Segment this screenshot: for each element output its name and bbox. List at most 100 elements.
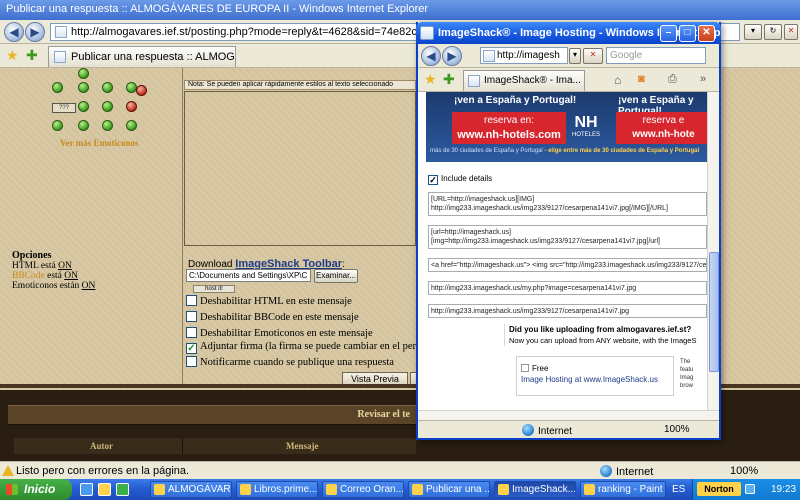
popup-address-dropdown[interactable]: ▾: [569, 48, 581, 64]
checkbox-checked[interactable]: ✓: [186, 343, 197, 354]
popup-stop-button[interactable]: ✕: [583, 48, 603, 64]
maximize-button[interactable]: □: [679, 25, 696, 42]
include-details-checkbox[interactable]: ✓: [428, 175, 438, 185]
popup-favorites-icon[interactable]: ★: [424, 71, 437, 88]
disable-bbcode-option[interactable]: Deshabilitar BBCode en este mensaje: [186, 311, 359, 323]
broken-image-icon: [521, 364, 529, 372]
include-details-option[interactable]: ✓ Include details: [428, 174, 492, 185]
feeds-icon[interactable]: ◙: [638, 73, 645, 85]
message-textarea[interactable]: [184, 91, 416, 246]
smiley-icon[interactable]: [52, 120, 63, 131]
minimize-button[interactable]: –: [660, 25, 677, 42]
smiley-icon[interactable]: [78, 68, 89, 79]
checkbox[interactable]: [186, 295, 197, 306]
checkbox-label: Notificarme cuando se publique una respu…: [200, 357, 394, 368]
html-code-field[interactable]: <a href="http://imageshack.us"> <img src…: [428, 258, 707, 272]
alt-forum-code-field[interactable]: [url=http://imageshack.us] [img=http://i…: [428, 225, 707, 249]
checkbox[interactable]: [186, 311, 197, 322]
nh-hotels-banner[interactable]: ¡ven a España y Portugal! ¡ven a España …: [426, 92, 707, 162]
stop-button[interactable]: ✕: [784, 24, 798, 40]
favorites-star-icon[interactable]: ★: [6, 47, 19, 64]
more-emoticons-link[interactable]: Ver más Emoticonos: [60, 138, 139, 148]
network-tray-icon[interactable]: [745, 484, 755, 494]
show-link-field[interactable]: http://img233.imageshack.us/my.php?image…: [428, 281, 707, 295]
checkbox-label: Deshabilitar BBCode en este mensaje: [200, 312, 359, 323]
task-label: ImageShack...: [512, 484, 576, 495]
clock[interactable]: 19:23: [771, 484, 796, 495]
close-button[interactable]: ✕: [698, 25, 715, 42]
popup-tab-icon: [468, 75, 480, 87]
language-indicator[interactable]: ES: [672, 484, 685, 495]
popup-search-input[interactable]: Google: [606, 47, 706, 64]
popup-titlebar[interactable]: ImageShack® - Image Hosting - Windows In…: [416, 22, 721, 44]
ie-quicklaunch-icon[interactable]: [80, 483, 93, 496]
promo-line2: www.nh-hotels.com: [457, 129, 561, 141]
message-column-header: Mensaje: [286, 441, 319, 451]
bbcode-link[interactable]: BBCode: [12, 271, 45, 281]
review-topic-bar[interactable]: Revisar el te: [8, 405, 416, 425]
task-paint[interactable]: ranking - Paint: [580, 481, 666, 498]
popup-back-button[interactable]: ◀: [421, 46, 441, 66]
start-button[interactable]: Inicio: [0, 479, 72, 500]
smiley-icon[interactable]: [102, 82, 113, 93]
forum-code-field[interactable]: [URL=http://imageshack.us][IMG] http://i…: [428, 192, 707, 216]
smiley-icon[interactable]: [78, 120, 89, 131]
status-text: Listo pero con errores en la página.: [16, 465, 190, 477]
popup-vertical-scrollbar[interactable]: [707, 92, 719, 410]
popup-tab-imageshack[interactable]: ImageShack® - Ima...: [463, 70, 585, 91]
smiley-icon[interactable]: [126, 120, 137, 131]
task-publicar[interactable]: Publicar una ...: [408, 481, 490, 498]
free-hosting-link[interactable]: Image Hosting at www.ImageShack.us: [521, 375, 658, 384]
checkbox[interactable]: [186, 327, 197, 338]
attach-signature-option[interactable]: ✓ Adjuntar firma (la firma se puede cambi…: [186, 341, 429, 354]
add-favorites-icon[interactable]: ✚: [26, 47, 38, 64]
zoom-indicator[interactable]: 100%: [730, 465, 758, 477]
disable-html-option[interactable]: Deshabilitar HTML en este mensaje: [186, 295, 352, 307]
host-it-button[interactable]: host it!: [193, 285, 235, 293]
free-hosting-box[interactable]: Free Image Hosting at www.ImageShack.us: [516, 356, 674, 396]
popup-horizontal-scrollbar[interactable]: [418, 410, 719, 420]
more-tools-icon[interactable]: »: [700, 73, 706, 85]
task-almogavares[interactable]: ALMOGÁVAR...: [150, 481, 232, 498]
popup-add-favorites-icon[interactable]: ✚: [443, 71, 455, 88]
popup-address-bar[interactable]: http://imagesh: [480, 47, 568, 64]
bbcode-mid: está: [44, 271, 65, 281]
task-correo[interactable]: Correo Oran...: [322, 481, 404, 498]
address-dropdown-button[interactable]: ▾: [744, 24, 762, 40]
refresh-button[interactable]: ↻: [764, 24, 782, 40]
forward-button[interactable]: ▶: [25, 22, 45, 42]
back-button[interactable]: ◀: [4, 22, 24, 42]
html-option: HTML está ON: [12, 261, 182, 271]
popup-zoom-indicator[interactable]: 100%: [664, 424, 690, 435]
task-imageshack[interactable]: ImageShack...: [494, 481, 576, 498]
norton-icon[interactable]: Norton: [697, 482, 741, 496]
popup-window-icon: [420, 26, 434, 40]
task-libros[interactable]: Libros.prime...: [236, 481, 318, 498]
banner-promo: reserva en: www.nh-hotels.com: [452, 112, 566, 144]
direct-link-field[interactable]: http://img233.imageshack.us/img233/9127/…: [428, 304, 707, 318]
browse-button[interactable]: Examinar...: [314, 269, 358, 283]
angry-smiley-icon[interactable]: [136, 85, 147, 96]
media-quicklaunch-icon[interactable]: [116, 483, 129, 496]
file-path-input[interactable]: C:\Documents and Settings\XP\C: [186, 269, 311, 282]
popup-scroll-thumb[interactable]: [709, 252, 719, 372]
angry-smiley-icon[interactable]: [126, 101, 137, 112]
warning-icon[interactable]: [2, 465, 14, 476]
smiley-icon[interactable]: [78, 82, 89, 93]
system-tray: Norton 19:23: [692, 479, 800, 500]
smiley-icon[interactable]: [52, 82, 63, 93]
notify-reply-option[interactable]: Notificarme cuando se publique una respu…: [186, 356, 394, 368]
main-window-titlebar[interactable]: Publicar una respuesta :: ALMOGÁVARES DE…: [0, 0, 800, 20]
smiley-sign-icon[interactable]: ???: [52, 103, 76, 113]
folder-quicklaunch-icon[interactable]: [98, 483, 111, 496]
tab-publicar-respuesta[interactable]: Publicar una respuesta :: ALMOGÁVARES ..…: [48, 46, 236, 67]
print-icon[interactable]: ⎙: [668, 73, 677, 86]
page-icon: [55, 26, 67, 38]
disable-emoticons-option[interactable]: Deshabilitar Emoticonos en este mensaje: [186, 327, 373, 339]
smiley-icon[interactable]: [102, 120, 113, 131]
smiley-icon[interactable]: [78, 101, 89, 112]
smiley-icon[interactable]: [102, 101, 113, 112]
popup-forward-button[interactable]: ▶: [442, 46, 462, 66]
checkbox[interactable]: [186, 356, 197, 367]
home-icon[interactable]: ⌂: [614, 73, 621, 87]
